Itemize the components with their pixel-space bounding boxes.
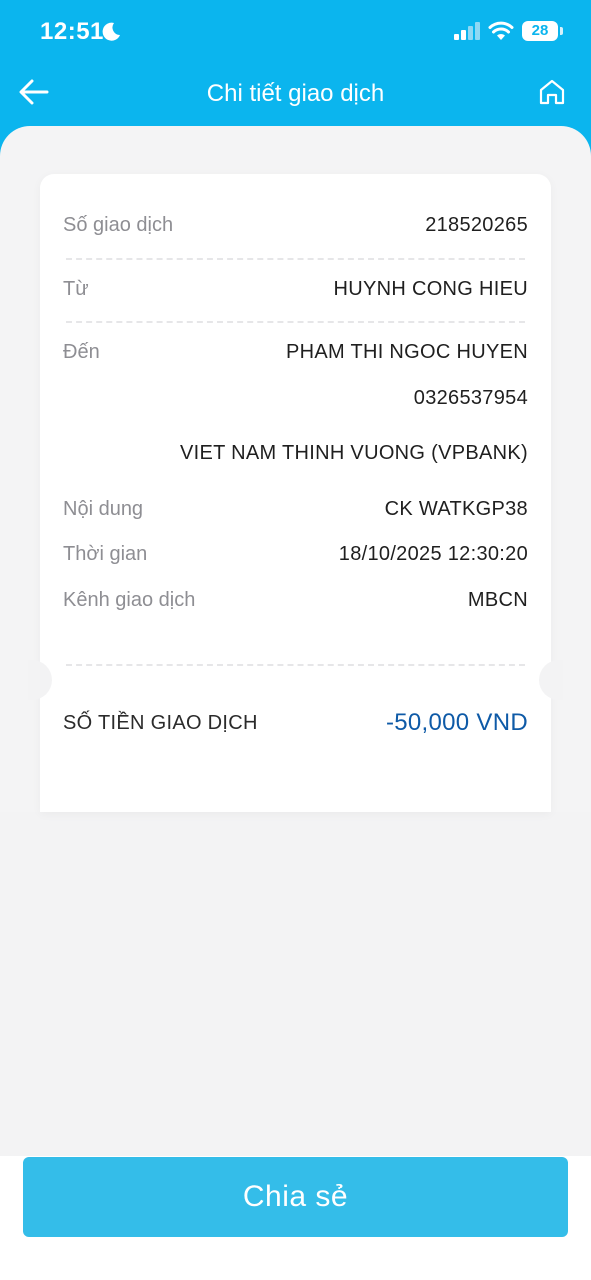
channel-label: Kênh giao dịch: [63, 589, 196, 611]
to-account: 0326537954: [413, 387, 528, 409]
home-icon: [538, 78, 566, 111]
time-value: 18/10/2025 12:30:20: [338, 543, 528, 565]
page-title: Chi tiết giao dịch: [206, 80, 385, 107]
cellular-signal-icon: [454, 22, 482, 45]
row-time: Thời gian 18/10/2025 12:30:20: [63, 543, 528, 566]
time-label: Thời gian: [63, 543, 148, 565]
screen: 12:51 28 Chi tiết giao dịch Số giao dịch…: [0, 0, 591, 1280]
row-channel: Kênh giao dịch MBCN: [63, 589, 528, 612]
battery-icon: 28: [522, 21, 558, 41]
from-label: Từ: [63, 278, 89, 300]
battery-level: 28: [531, 22, 549, 39]
transaction-id-value: 218520265: [425, 214, 528, 236]
transaction-id-label: Số giao dịch: [63, 214, 174, 236]
amount-label: SỐ TIỀN GIAO DỊCH: [63, 711, 258, 734]
home-button[interactable]: [532, 74, 572, 114]
row-amount: SỐ TIỀN GIAO DỊCH -50,000 VND: [63, 709, 528, 737]
status-bar: 12:51 28: [0, 0, 591, 64]
battery-tip: [560, 27, 563, 35]
content-value: CK WATKGP38: [384, 498, 528, 520]
wifi-icon: [488, 21, 514, 46]
divider: [66, 258, 525, 260]
divider: [66, 321, 525, 323]
row-to-account: 0326537954: [63, 387, 528, 410]
to-label: Đến: [63, 341, 100, 363]
status-time: 12:51: [40, 18, 104, 45]
channel-value: MBCN: [467, 589, 528, 611]
row-to-bank: VIET NAM THINH VUONG (VPBANK): [63, 442, 528, 465]
row-to: Đến PHAM THI NGOC HUYEN: [63, 341, 528, 364]
moon-icon: [100, 20, 122, 47]
row-content: Nội dung CK WATKGP38: [63, 498, 528, 521]
divider: [66, 664, 525, 666]
from-value: HUYNH CONG HIEU: [333, 278, 528, 300]
nav-bar: Chi tiết giao dịch: [0, 64, 591, 126]
share-button[interactable]: Chia sẻ: [23, 1157, 568, 1237]
row-from: Từ HUYNH CONG HIEU: [63, 278, 528, 301]
content-label: Nội dung: [63, 498, 144, 520]
amount-value: -50,000 VND: [385, 709, 528, 736]
row-transaction-id: Số giao dịch 218520265: [63, 214, 528, 237]
to-bank: VIET NAM THINH VUONG (VPBANK): [179, 442, 528, 464]
to-name: PHAM THI NGOC HUYEN: [285, 341, 528, 363]
transaction-card: Số giao dịch 218520265 Từ HUYNH CONG HIE…: [40, 174, 551, 812]
